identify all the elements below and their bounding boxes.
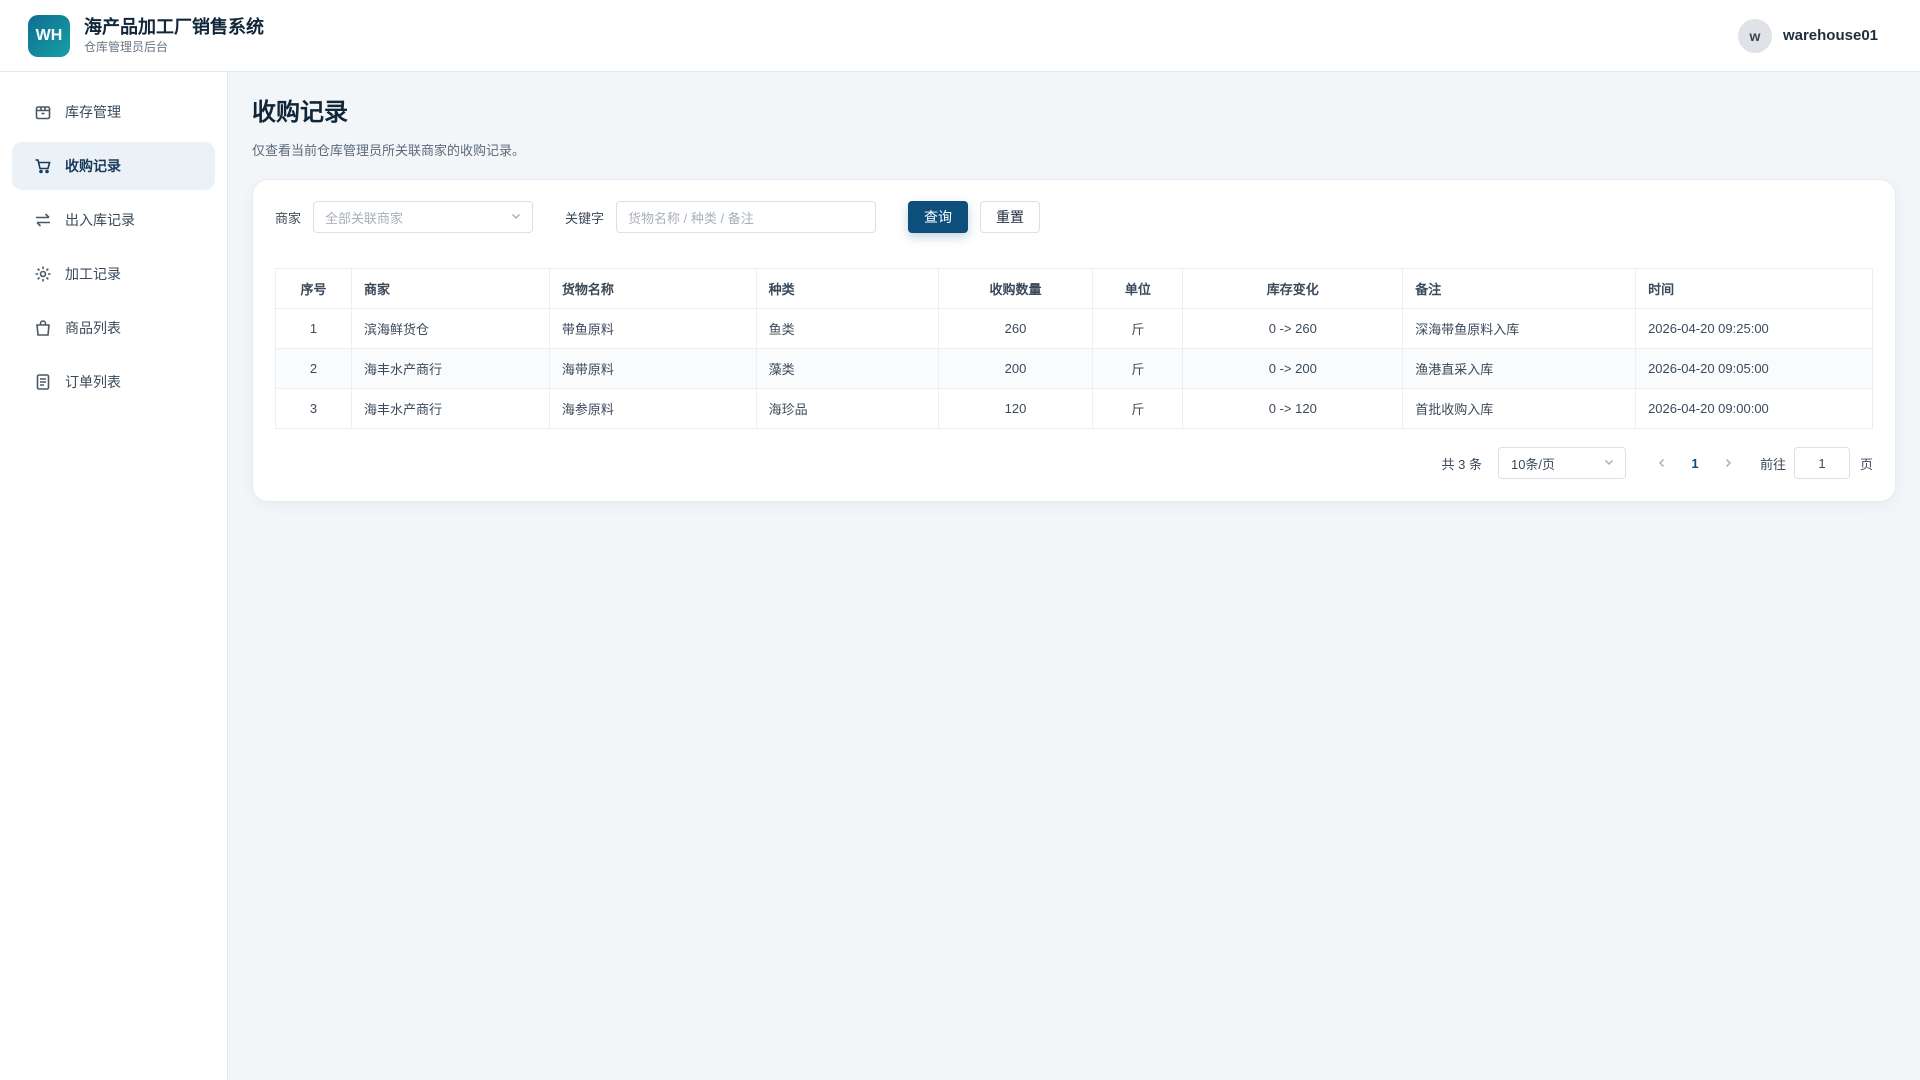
table-cell: 藻类 <box>755 348 939 389</box>
table-cell: 海参原料 <box>548 388 757 429</box>
table-cell: 200 <box>937 348 1094 389</box>
goto-page-input[interactable]: 1 <box>1793 447 1850 479</box>
sidebar-item-label: 出入库记录 <box>65 212 135 228</box>
table-cell: 2026-04-20 09:00:00 <box>1635 388 1873 429</box>
sidebar-item-product-list[interactable]: 商品列表 <box>12 304 215 352</box>
page-number-current[interactable]: 1 <box>1680 456 1710 471</box>
sidebar-item-label: 收购记录 <box>65 158 121 174</box>
goto-label: 前往 <box>1759 456 1786 472</box>
column-header: 备注 <box>1402 268 1637 309</box>
table-cell: 鱼类 <box>755 308 939 349</box>
table-cell: 2026-04-20 09:05:00 <box>1635 348 1873 389</box>
sidebar-item-label: 订单列表 <box>65 374 121 390</box>
page-size-select[interactable]: 10条/页 <box>1497 447 1626 479</box>
chevron-down-icon <box>510 210 522 225</box>
sidebar-item-processing-records[interactable]: 加工记录 <box>12 250 215 298</box>
table-cell: 海珍品 <box>755 388 939 429</box>
table-row: 1 滨海鲜货仓 带鱼原料 鱼类 260 斤 0 -> 260 深海带鱼原料入库 … <box>275 308 1873 349</box>
keyword-label: 关键字 <box>565 210 605 226</box>
table-cell: 斤 <box>1092 348 1184 389</box>
table-cell: 海带原料 <box>548 348 757 389</box>
table-cell: 260 <box>937 308 1094 349</box>
next-page-button[interactable] <box>1718 457 1738 469</box>
table-cell: 斤 <box>1092 388 1184 429</box>
box-icon <box>34 103 52 121</box>
transfer-icon <box>34 211 52 229</box>
filter-bar: 商家 全部关联商家 关键字 货物名称 / 种类 / 备注 查询 重置 <box>275 200 1873 234</box>
table-cell: 0 -> 120 <box>1182 388 1404 429</box>
table-cell: 海丰水产商行 <box>350 348 550 389</box>
table-cell: 渔港直采入库 <box>1402 348 1637 389</box>
column-header: 种类 <box>755 268 939 309</box>
column-header: 商家 <box>350 268 550 309</box>
sidebar: 库存管理 收购记录 出入库记录 加工记录 商品列表 订单列表 <box>0 72 228 1080</box>
document-icon <box>34 373 52 391</box>
chevron-down-icon <box>1603 456 1615 471</box>
main-content: 收购记录 仅查看当前仓库管理员所关联商家的收购记录。 商家 全部关联商家 关键字… <box>228 72 1920 1080</box>
avatar[interactable]: w <box>1737 18 1772 53</box>
column-header: 库存变化 <box>1182 268 1404 309</box>
table-cell: 0 -> 260 <box>1182 308 1404 349</box>
table-cell: 120 <box>937 388 1094 429</box>
records-card: 商家 全部关联商家 关键字 货物名称 / 种类 / 备注 查询 重置 序号 商家 <box>252 179 1896 502</box>
column-header: 收购数量 <box>937 268 1094 309</box>
merchant-select-placeholder: 全部关联商家 <box>325 210 404 226</box>
pagination: 共 3 条 10条/页 1 前往 1 页 <box>275 447 1873 479</box>
merchant-label: 商家 <box>275 210 302 226</box>
purchase-records-table: 序号 商家 货物名称 种类 收购数量 单位 库存变化 备注 时间 1 滨海鲜货仓… <box>275 268 1873 429</box>
bag-icon <box>34 319 52 337</box>
table-cell: 1 <box>275 308 352 349</box>
table-header-row: 序号 商家 货物名称 种类 收购数量 单位 库存变化 备注 时间 <box>275 268 1873 309</box>
merchant-select[interactable]: 全部关联商家 <box>313 201 534 233</box>
page-description: 仅查看当前仓库管理员所关联商家的收购记录。 <box>252 143 526 158</box>
table-cell: 2026-04-20 09:25:00 <box>1635 308 1873 349</box>
sidebar-item-label: 商品列表 <box>65 320 121 336</box>
page-suffix: 页 <box>1859 456 1873 472</box>
reset-button[interactable]: 重置 <box>980 201 1041 233</box>
table-row: 3 海丰水产商行 海参原料 海珍品 120 斤 0 -> 120 首批收购入库 … <box>275 388 1873 429</box>
chevron-right-icon <box>1725 458 1732 468</box>
user-menu[interactable]: w warehouse01 <box>1737 18 1878 53</box>
sidebar-item-label: 加工记录 <box>65 266 121 282</box>
table-row: 2 海丰水产商行 海带原料 藻类 200 斤 0 -> 200 渔港直采入库 2… <box>275 348 1873 389</box>
total-count: 共 3 条 <box>1441 456 1482 472</box>
table-cell: 深海带鱼原料入库 <box>1402 308 1637 349</box>
sidebar-item-order-list[interactable]: 订单列表 <box>12 358 215 406</box>
column-header: 时间 <box>1635 268 1873 309</box>
sidebar-item-purchase-records[interactable]: 收购记录 <box>12 142 215 190</box>
brand: WH 海产品加工厂销售系统 仓库管理员后台 <box>28 14 264 57</box>
sidebar-item-label: 库存管理 <box>65 104 121 120</box>
chevron-left-icon <box>1658 458 1665 468</box>
table-cell: 滨海鲜货仓 <box>350 308 550 349</box>
table-cell: 0 -> 200 <box>1182 348 1404 389</box>
column-header: 货物名称 <box>548 268 757 309</box>
keyword-input[interactable]: 货物名称 / 种类 / 备注 <box>616 201 877 233</box>
cart-icon <box>34 157 52 175</box>
top-header: WH 海产品加工厂销售系统 仓库管理员后台 w warehouse01 <box>0 0 1920 72</box>
prev-page-button[interactable] <box>1652 457 1672 469</box>
page-title: 收购记录 <box>252 99 348 126</box>
app-title: 海产品加工厂销售系统 <box>84 16 264 37</box>
table-cell: 斤 <box>1092 308 1184 349</box>
username[interactable]: warehouse01 <box>1783 27 1878 44</box>
page-size-value: 10条/页 <box>1510 456 1556 472</box>
table-cell: 首批收购入库 <box>1402 388 1637 429</box>
table-cell: 3 <box>275 388 352 429</box>
table-cell: 海丰水产商行 <box>350 388 550 429</box>
table-cell: 带鱼原料 <box>548 308 757 349</box>
table-cell: 2 <box>275 348 352 389</box>
gear-icon <box>34 265 52 283</box>
app-logo: WH <box>28 14 70 57</box>
sidebar-item-stock-io-records[interactable]: 出入库记录 <box>12 196 215 244</box>
app-subtitle: 仓库管理员后台 <box>84 39 169 54</box>
search-button[interactable]: 查询 <box>908 201 969 233</box>
column-header: 单位 <box>1092 268 1184 309</box>
sidebar-item-inventory[interactable]: 库存管理 <box>12 88 215 136</box>
column-header: 序号 <box>275 268 352 309</box>
